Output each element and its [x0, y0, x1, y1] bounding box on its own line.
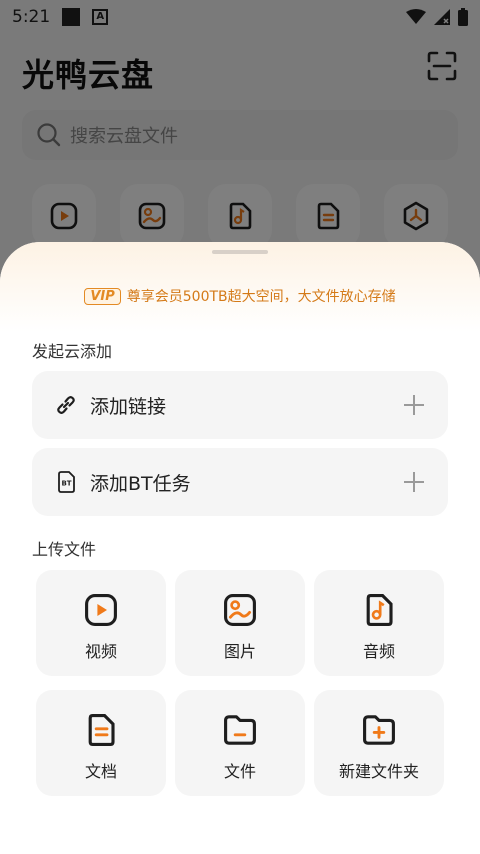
bt-file-icon: BT	[58, 471, 75, 493]
upload-heading: 上传文件	[32, 540, 97, 559]
cloud-add-heading: 发起云添加	[32, 342, 113, 361]
upload-file-tile[interactable]: 文件	[175, 690, 305, 796]
tile-label: 文档	[84, 762, 117, 781]
bt-icon-text: BT	[61, 480, 71, 488]
link-icon	[57, 396, 75, 414]
plus-icon	[404, 395, 424, 415]
video-icon	[85, 594, 117, 626]
image-icon	[224, 594, 256, 626]
drag-handle[interactable]	[212, 250, 268, 254]
upload-video-tile[interactable]: 视频	[36, 570, 166, 676]
document-icon	[88, 714, 115, 746]
upload-bottom-sheet: VIP 尊享会员500TB超大空间，大文件放心存储 发起云添加 添加链接 BT …	[0, 242, 480, 854]
upload-document-tile[interactable]: 文档	[36, 690, 166, 796]
tile-label: 图片	[223, 642, 256, 661]
vip-text: 尊享会员500TB超大空间，大文件放心存储	[126, 289, 396, 305]
vip-badge: VIP	[84, 287, 121, 305]
upload-audio-tile[interactable]: 音频	[314, 570, 444, 676]
vip-banner[interactable]: VIP 尊享会员500TB超大空间，大文件放心存储	[0, 286, 480, 306]
add-bt-label: 添加BT任务	[90, 472, 191, 495]
add-bt-task-button[interactable]: BT 添加BT任务	[32, 448, 448, 516]
upload-grid: 视频 图片 音频 文档 文件 新建文件夹	[36, 570, 444, 796]
add-link-label: 添加链接	[90, 395, 167, 418]
plus-icon	[404, 472, 424, 492]
new-folder-tile[interactable]: 新建文件夹	[314, 690, 444, 796]
tile-label: 新建文件夹	[338, 762, 419, 781]
add-link-button[interactable]: 添加链接	[32, 371, 448, 439]
music-icon	[366, 594, 393, 626]
new-folder-icon	[363, 715, 395, 745]
tile-label: 音频	[362, 642, 395, 661]
folder-icon	[224, 715, 256, 745]
tile-label: 文件	[223, 762, 256, 781]
upload-image-tile[interactable]: 图片	[175, 570, 305, 676]
tile-label: 视频	[84, 642, 117, 661]
